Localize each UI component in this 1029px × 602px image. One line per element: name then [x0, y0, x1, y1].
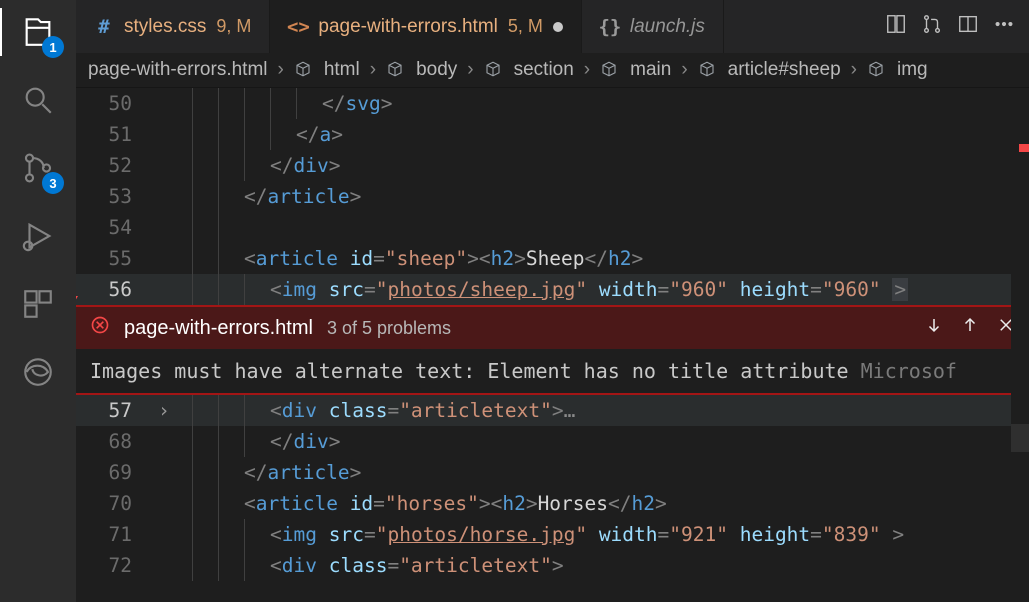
activity-edge[interactable]: [14, 348, 62, 396]
editor-tabs: # styles.css 9, M <> page-with-errors.html 5,…: [76, 0, 1029, 53]
line-number: 69: [76, 461, 158, 484]
code-line[interactable]: 68</div>: [76, 426, 1029, 457]
error-marker-icon: [76, 296, 78, 306]
file-icon: <>: [288, 17, 308, 37]
line-number: 55: [76, 247, 158, 270]
breadcrumb-item[interactable]: section: [514, 59, 574, 81]
prev-problem-icon[interactable]: [961, 316, 979, 340]
line-number: 51: [76, 123, 158, 146]
tab-label: launch.js: [630, 16, 705, 38]
code-line[interactable]: 54: [76, 212, 1029, 243]
problem-peek: page-with-errors.html 3 of 5 problems Im…: [76, 305, 1029, 395]
breadcrumb-file[interactable]: page-with-errors.html: [88, 59, 268, 81]
code-line[interactable]: 57›<div class="articletext">…: [76, 395, 1029, 426]
code-line[interactable]: 71<img src="photos/horse.jpg" width="921…: [76, 519, 1029, 550]
breadcrumb[interactable]: page-with-errors.html › html › body › section ›…: [76, 53, 1029, 88]
chevron-right-icon: ›: [681, 59, 687, 81]
chevron-right-icon: ›: [467, 59, 473, 81]
breadcrumb-item[interactable]: img: [897, 59, 928, 81]
file-icon: #: [94, 17, 114, 37]
code-line[interactable]: 55<article id="sheep"><h2>Sheep</h2>: [76, 243, 1029, 274]
editor[interactable]: 50</svg>51</a>52</div>53</article> 54 55<…: [76, 88, 1029, 602]
activity-search[interactable]: [14, 76, 62, 124]
activity-scm[interactable]: 3: [14, 144, 62, 192]
activity-explorer[interactable]: 1: [14, 8, 62, 56]
tab-launch-js[interactable]: {} launch.js: [582, 0, 724, 53]
line-number: 54: [76, 216, 158, 239]
file-icon: {}: [600, 17, 620, 37]
next-problem-icon[interactable]: [925, 316, 943, 340]
scm-badge: 3: [42, 172, 64, 194]
tab-label: styles.css: [124, 16, 206, 38]
chevron-right-icon: ›: [278, 59, 284, 81]
line-number: 71: [76, 523, 158, 546]
breadcrumb-item[interactable]: main: [630, 59, 671, 81]
more-icon[interactable]: [993, 13, 1015, 41]
symbol-icon: [600, 60, 620, 80]
breadcrumb-item[interactable]: html: [324, 59, 360, 81]
code-line[interactable]: 53</article>: [76, 181, 1029, 212]
line-number: 52: [76, 154, 158, 177]
error-icon: [90, 315, 110, 341]
code-line[interactable]: 72<div class="articletext">: [76, 550, 1029, 581]
explorer-badge: 1: [42, 36, 64, 58]
tab-styles-css[interactable]: # styles.css 9, M: [76, 0, 270, 53]
line-number: 53: [76, 185, 158, 208]
git-status: 5, M: [508, 16, 543, 37]
tab-page-with-errors-html[interactable]: <> page-with-errors.html 5, M: [270, 0, 582, 53]
symbol-icon: [294, 60, 314, 80]
compare-icon[interactable]: [885, 13, 907, 41]
line-number: 57: [76, 399, 158, 422]
breadcrumb-item[interactable]: article#sheep: [728, 59, 841, 81]
breadcrumb-item[interactable]: body: [416, 59, 457, 81]
symbol-icon: [386, 60, 406, 80]
line-number: 50: [76, 92, 158, 115]
code-line[interactable]: 52</div>: [76, 150, 1029, 181]
line-number: 68: [76, 430, 158, 453]
peek-count: 3 of 5 problems: [327, 318, 451, 339]
fold-icon[interactable]: ›: [158, 399, 176, 422]
git-status: 9, M: [216, 16, 251, 37]
symbol-icon: [484, 60, 504, 80]
line-number: 56: [76, 278, 158, 301]
line-number: 72: [76, 554, 158, 577]
main-area: # styles.css 9, M <> page-with-errors.html 5,…: [76, 0, 1029, 602]
activity-bar: 1 3: [0, 0, 76, 602]
git-pr-icon[interactable]: [921, 13, 943, 41]
peek-header: page-with-errors.html 3 of 5 problems: [76, 307, 1029, 349]
unsaved-dot-icon: [553, 22, 563, 32]
symbol-icon: [698, 60, 718, 80]
split-icon[interactable]: [957, 13, 979, 41]
symbol-icon: [867, 60, 887, 80]
code-line[interactable]: 70<article id="horses"><h2>Horses</h2>: [76, 488, 1029, 519]
tab-label: page-with-errors.html: [318, 16, 498, 38]
chevron-right-icon: ›: [370, 59, 376, 81]
code-line[interactable]: 51</a>: [76, 119, 1029, 150]
chevron-right-icon: ›: [851, 59, 857, 81]
tab-actions: [871, 0, 1029, 53]
line-number: 70: [76, 492, 158, 515]
peek-file: page-with-errors.html: [124, 317, 313, 340]
activity-extensions[interactable]: [14, 280, 62, 328]
minimap[interactable]: [1011, 88, 1029, 602]
peek-message: Images must have alternate text: Element…: [76, 349, 1029, 393]
activity-debug[interactable]: [14, 212, 62, 260]
code-line[interactable]: 50</svg>: [76, 88, 1029, 119]
code-line[interactable]: 69</article>: [76, 457, 1029, 488]
code-line[interactable]: 56<img src="photos/sheep.jpg" width="960…: [76, 274, 1029, 305]
chevron-right-icon: ›: [584, 59, 590, 81]
